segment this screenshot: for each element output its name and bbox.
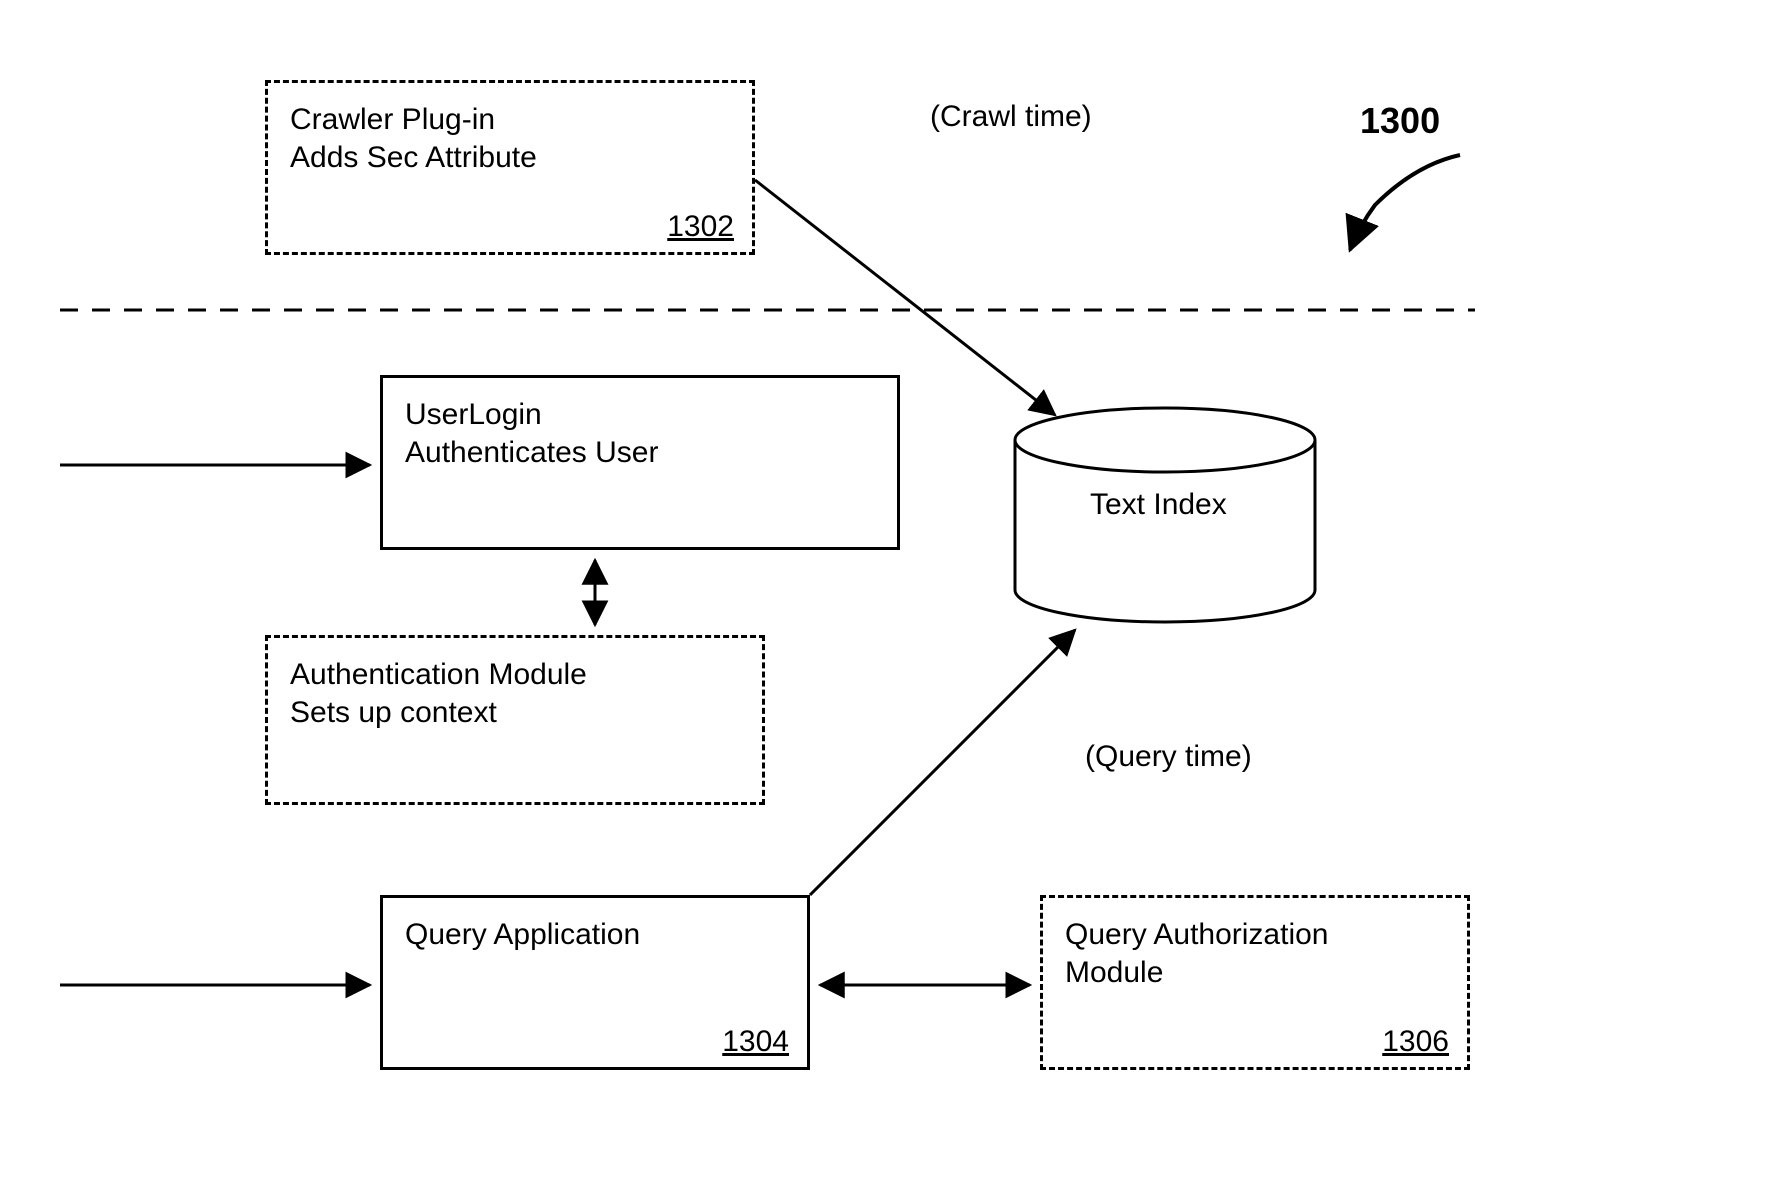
auth-module-text-1: Authentication Module — [290, 656, 740, 694]
figure-number-arrow — [1350, 155, 1460, 250]
crawler-text-1: Crawler Plug-in — [290, 101, 730, 139]
query-authorization-ref: 1306 — [1382, 1025, 1449, 1059]
query-application-text-1: Query Application — [405, 916, 785, 954]
query-authorization-box: Query Authorization Module 1306 — [1040, 895, 1470, 1070]
auth-module-box: Authentication Module Sets up context — [265, 635, 765, 805]
query-application-box: Query Application 1304 — [380, 895, 810, 1070]
crawl-time-label: (Crawl time) — [930, 100, 1092, 134]
crawler-ref: 1302 — [667, 210, 734, 244]
auth-module-text-2: Sets up context — [290, 694, 740, 732]
arrow-queryapp-to-index — [810, 630, 1075, 895]
userlogin-text-2: Authenticates User — [405, 434, 875, 472]
crawler-text-2: Adds Sec Attribute — [290, 139, 730, 177]
crawler-plugin-box: Crawler Plug-in Adds Sec Attribute 1302 — [265, 80, 755, 255]
query-application-ref: 1304 — [722, 1025, 789, 1059]
userlogin-text-1: UserLogin — [405, 396, 875, 434]
query-time-label: (Query time) — [1085, 740, 1252, 774]
query-authorization-text-2: Module — [1065, 954, 1445, 992]
text-index-label: Text Index — [1090, 488, 1227, 522]
figure-number: 1300 — [1360, 100, 1440, 142]
query-authorization-text-1: Query Authorization — [1065, 916, 1445, 954]
userlogin-box: UserLogin Authenticates User — [380, 375, 900, 550]
